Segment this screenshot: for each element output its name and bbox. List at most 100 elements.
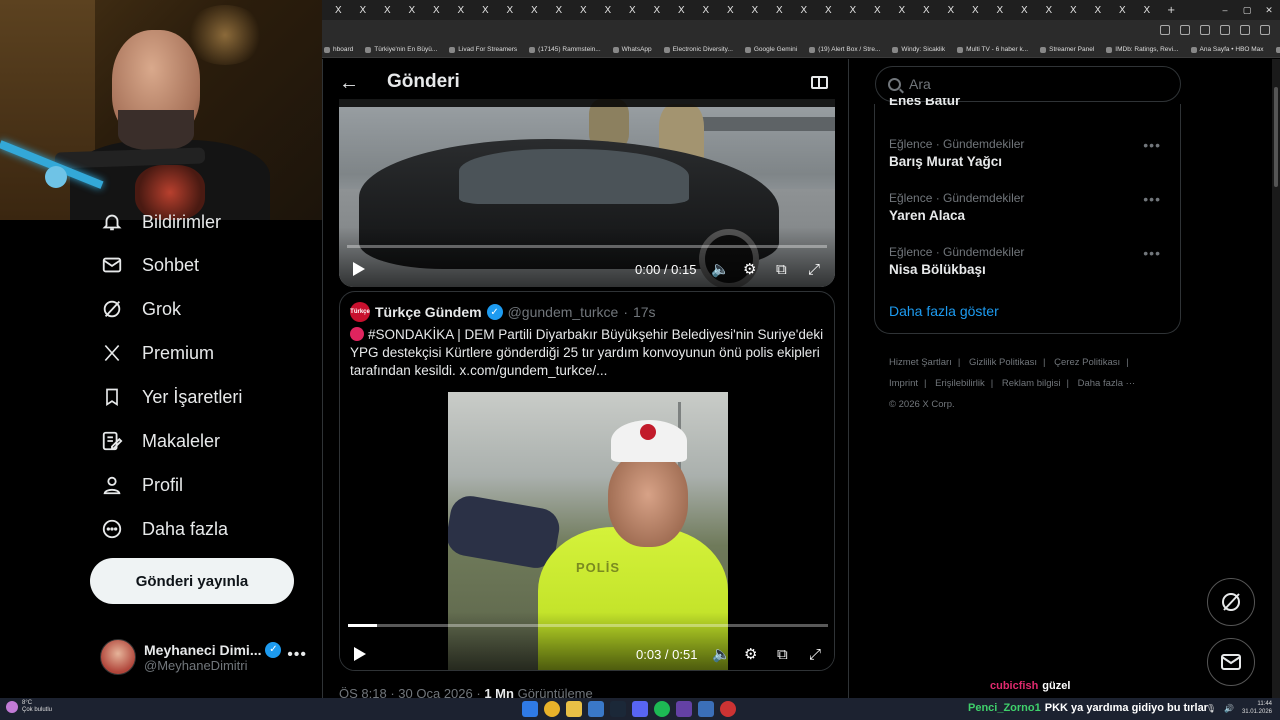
cast-icon[interactable]	[1180, 25, 1190, 35]
video1-progress-bar[interactable]	[347, 245, 827, 248]
browser-tab-close[interactable]: X	[963, 5, 988, 16]
browser-tab-close[interactable]: X	[645, 5, 670, 16]
browser-tab-close[interactable]: X	[522, 5, 547, 16]
footer-link[interactable]: Daha fazla ···	[1078, 378, 1136, 389]
folder-icon[interactable]	[566, 701, 582, 717]
trend-item[interactable]: Eğlence · Gündemdekiler Barış Murat Yağc…	[889, 137, 1169, 169]
browser-tab-close[interactable]: X	[669, 5, 694, 16]
video-player-1[interactable]: 0:00 / 0:15 🔈 ⚙ ⧉ ⤢	[339, 99, 835, 287]
more-icon[interactable]: •••	[1143, 191, 1161, 207]
bookmark-item[interactable]: Livad For Streamers	[449, 46, 517, 53]
trend-item[interactable]: Eğlence · Gündemdekiler Yaren Alaca •••	[889, 191, 1169, 223]
show-more-link[interactable]: Daha fazla göster	[889, 303, 999, 319]
close-window-button[interactable]: ✕	[1258, 5, 1280, 16]
footer-link[interactable]: Çerez Politikası	[1054, 357, 1120, 368]
browser-tab-close[interactable]: X	[865, 5, 890, 16]
page-scrollbar[interactable]	[1272, 59, 1280, 698]
bookmark-item[interactable]: (19) Alert Box / Stre...	[809, 46, 880, 53]
browser-tab-close[interactable]: X	[1110, 5, 1135, 16]
browser-tab-close[interactable]: X	[841, 5, 866, 16]
bookmark-item[interactable]: WhatsApp	[612, 46, 652, 53]
nav-item-notifications[interactable]: Bildirimler	[100, 210, 221, 234]
nav-item-chat[interactable]: Sohbet	[100, 253, 199, 277]
mic-icon[interactable]: 🎙	[1206, 704, 1216, 713]
browser-tab-close[interactable]: X	[596, 5, 621, 16]
play-icon[interactable]	[353, 262, 365, 276]
fullscreen-icon[interactable]: ⤢	[808, 260, 820, 278]
maximize-button[interactable]: ▢	[1236, 5, 1258, 16]
browser-tab-close[interactable]: X	[498, 5, 523, 16]
play-icon[interactable]	[354, 647, 366, 661]
profile-icon[interactable]	[1240, 25, 1250, 35]
browser-tab-close[interactable]: X	[351, 5, 376, 16]
video-player-2[interactable]: POLİS 0:03 / 0:51 🔈 ⚙ ⧉ ⤢	[340, 392, 834, 670]
nav-item-profile[interactable]: Profil	[100, 473, 183, 497]
trend-item-partial[interactable]: Enes Batur	[889, 98, 1169, 112]
post-date[interactable]: 30 Oca 2026	[398, 686, 472, 698]
discord-icon[interactable]	[632, 701, 648, 717]
browser-tab-close[interactable]: X	[1135, 5, 1160, 16]
browser-tab-close[interactable]: X	[743, 5, 768, 16]
minimize-button[interactable]: –	[1214, 5, 1236, 15]
menu-icon[interactable]	[1260, 25, 1270, 35]
nav-item-articles[interactable]: Makaleler	[100, 429, 220, 453]
nav-item-more[interactable]: Daha fazla	[100, 517, 228, 541]
nav-item-premium[interactable]: Premium	[100, 341, 214, 365]
weather-widget[interactable]: 8°C Çok bulutlu	[6, 700, 52, 714]
footer-link[interactable]: Hizmet Şartları	[889, 357, 952, 368]
browser-tab-close[interactable]: X	[620, 5, 645, 16]
browser-tab-close[interactable]: X	[326, 5, 351, 16]
chrome-icon[interactable]	[544, 701, 560, 717]
browser-tab-close[interactable]: X	[1037, 5, 1062, 16]
browser-tab-close[interactable]: X	[792, 5, 817, 16]
browser-tab-close[interactable]: X	[767, 5, 792, 16]
extensions-icon[interactable]	[1220, 25, 1230, 35]
pip-icon[interactable]: ⧉	[777, 645, 788, 663]
zoom-icon[interactable]	[1160, 25, 1170, 35]
browser-tab-close[interactable]: X	[424, 5, 449, 16]
taskbar-clock[interactable]: 11:44 31.01.2026	[1242, 700, 1272, 716]
spotify-icon[interactable]	[654, 701, 670, 717]
app-icon[interactable]	[720, 701, 736, 717]
post-time[interactable]: ÖS 8:18	[339, 686, 387, 698]
bookmark-item[interactable]: IMDb: Ratings, Revi...	[1106, 46, 1179, 53]
fullscreen-icon[interactable]: ⤢	[809, 645, 821, 663]
browser-tab-close[interactable]: X	[473, 5, 498, 16]
browser-tab-close[interactable]: X	[694, 5, 719, 16]
settings-gear-icon[interactable]: ⚙	[743, 260, 756, 278]
footer-link[interactable]: Erişilebilirlik	[935, 378, 985, 389]
new-tab-button[interactable]: +	[1159, 5, 1184, 16]
speaker-icon[interactable]: 🔊	[1224, 704, 1234, 713]
bookmark-item[interactable]: Electronic Diversity...	[663, 46, 733, 53]
footer-link[interactable]: Imprint	[889, 378, 918, 389]
steam-icon[interactable]	[610, 701, 626, 717]
bookmark-item[interactable]: Ana Sayfa • HBO Max	[1190, 46, 1264, 53]
volume-icon[interactable]: 🔈	[712, 645, 731, 663]
footer-link[interactable]: Reklam bilgisi	[1002, 378, 1061, 389]
browser-tab-close[interactable]: X	[890, 5, 915, 16]
trend-item[interactable]: Eğlence · Gündemdekiler Nisa Bölükbaşı •…	[889, 245, 1169, 277]
browser-tab-close[interactable]: X	[547, 5, 572, 16]
quoted-post[interactable]: Türkçe Türkçe Gündem ✓ @gundem_turkce · …	[339, 291, 835, 671]
browser-tab-close[interactable]: X	[449, 5, 474, 16]
browser-tab-close[interactable]: X	[1012, 5, 1037, 16]
bookmark-item[interactable]: Google Gemini	[744, 46, 797, 53]
video2-progress-bar[interactable]	[348, 624, 828, 627]
footer-link[interactable]: Gizlilik Politikası	[969, 357, 1037, 368]
browser-tab-close[interactable]: X	[816, 5, 841, 16]
bookmark-item[interactable]: Multi TV - 6 haber k...	[957, 46, 1028, 53]
browser-tab-close[interactable]: X	[718, 5, 743, 16]
back-arrow-icon[interactable]: ←	[339, 72, 359, 95]
pip-icon[interactable]: ⧉	[776, 260, 787, 278]
browser-tab-close[interactable]: X	[375, 5, 400, 16]
nav-item-bookmarks[interactable]: Yer İşaretleri	[100, 385, 242, 409]
messages-fab-button[interactable]	[1207, 638, 1255, 686]
bookmark-item[interactable]: Windy: Sicaklik	[892, 46, 945, 53]
edge-icon[interactable]	[588, 701, 604, 717]
post-button[interactable]: Gönderi yayınla	[90, 558, 294, 604]
browser-tab-close[interactable]: X	[914, 5, 939, 16]
account-switcher[interactable]: Meyhaneci Dimi... ✓ @MeyhaneDimitri •••	[100, 634, 315, 680]
browser-tab-close[interactable]: X	[939, 5, 964, 16]
bookmark-item[interactable]: hboard	[324, 46, 353, 53]
nav-item-grok[interactable]: Grok	[100, 297, 181, 321]
